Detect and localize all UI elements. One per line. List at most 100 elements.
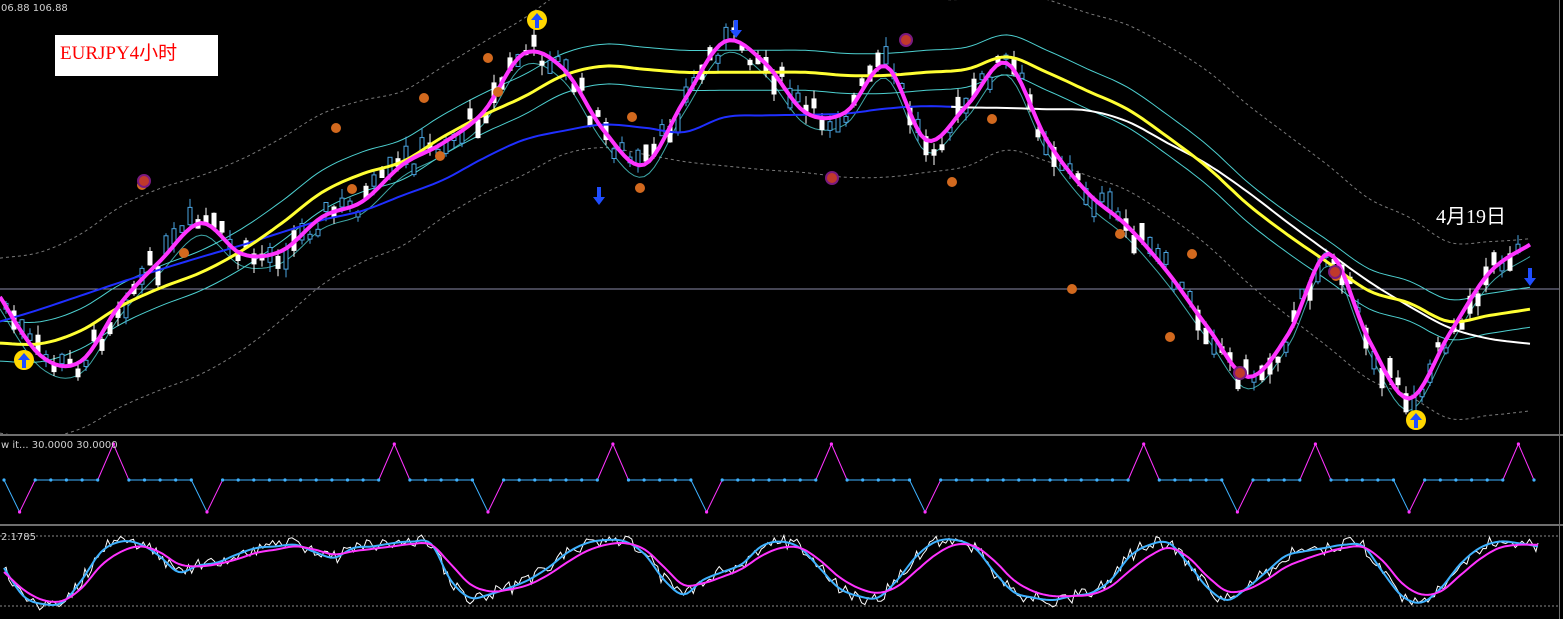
oscillator-point — [673, 478, 677, 482]
oscillator-segment — [1502, 443, 1519, 481]
oscillator-point — [33, 478, 37, 482]
step-oscillator-pane[interactable]: w it... 30.0000 30.0000 — [0, 436, 1563, 524]
candle-body — [587, 115, 593, 127]
oscillator-segment — [924, 479, 942, 513]
oscillator-segment — [1299, 443, 1316, 481]
fractal-dot — [1165, 332, 1175, 342]
oscillator-point — [423, 478, 428, 482]
symbol-label: EURJPY4小时 — [60, 43, 178, 64]
candle-body — [187, 206, 193, 226]
candle-body — [1491, 252, 1497, 266]
oscillator-point — [1329, 478, 1333, 482]
candle-body — [819, 119, 825, 131]
oscillator-point — [1157, 478, 1161, 482]
price-readout: 06.88 106.88 — [1, 3, 68, 14]
oscillator-point — [1095, 478, 1099, 482]
candle-body — [1019, 72, 1025, 79]
step-oscillator-canvas[interactable] — [0, 436, 1563, 524]
oscillator-point — [970, 478, 974, 482]
candle-body — [99, 338, 105, 351]
reversal-marker-icon — [899, 33, 913, 47]
oscillator-point — [876, 478, 880, 482]
candle-body — [547, 59, 553, 74]
candle-body — [1283, 341, 1289, 353]
oscillator-point — [1516, 442, 1520, 446]
reversal-marker-icon — [825, 171, 839, 185]
oscillator-point — [1064, 478, 1068, 482]
oscillator-point — [80, 478, 84, 482]
candle-body — [883, 46, 889, 65]
oscillator-point — [1017, 478, 1021, 482]
oscillator-point — [158, 478, 162, 482]
fractal-dot — [419, 93, 429, 103]
oscillator-point — [252, 478, 256, 482]
oscillator-point — [142, 478, 147, 482]
stochastic-raw-line — [3, 533, 1539, 611]
reversal-marker-icon — [1328, 265, 1342, 279]
chart-right-edge — [1559, 0, 1560, 619]
oscillator-point — [720, 478, 724, 482]
oscillator-segment — [1143, 443, 1160, 481]
oscillator-segment — [706, 479, 723, 513]
oscillator-point — [392, 442, 396, 446]
candle-body — [1203, 327, 1209, 345]
oscillator-point — [299, 478, 303, 482]
oscillator-point — [658, 478, 662, 482]
mid-ma-line — [0, 55, 1531, 347]
candle-body — [59, 353, 65, 365]
oscillator-segment — [206, 479, 224, 513]
oscillator-point — [533, 478, 537, 482]
oscillator-point — [1220, 478, 1224, 482]
candle-body — [219, 221, 225, 233]
oscillator-point — [1110, 478, 1115, 482]
oscillator-segment — [190, 479, 208, 513]
sell-arrow-icon — [1524, 268, 1536, 286]
candle-body — [1099, 192, 1105, 203]
fractal-dot — [331, 123, 341, 133]
oscillator-point — [314, 478, 318, 482]
oscillator-point — [861, 478, 865, 482]
oscillator-segment — [612, 443, 629, 481]
oscillator-point — [189, 478, 193, 482]
oscillator-point — [1032, 478, 1036, 482]
oscillator-point — [439, 478, 443, 482]
oscillator-point — [892, 478, 896, 482]
price-chart-canvas[interactable] — [0, 0, 1563, 434]
oscillator-point — [486, 510, 490, 514]
oscillator-point — [2, 478, 6, 482]
oscillator-point — [845, 478, 849, 482]
oscillator-segment — [487, 479, 505, 513]
oscillator-point — [267, 478, 271, 482]
oscillator-point — [205, 510, 209, 514]
oscillator-point — [283, 478, 287, 482]
oscillator-point — [96, 478, 100, 482]
oscillator-point — [455, 478, 459, 482]
candle-body — [715, 54, 721, 64]
oscillator-point — [345, 478, 350, 482]
candle-body — [91, 329, 97, 342]
candle-body — [1035, 129, 1041, 138]
candle-body — [835, 116, 841, 133]
candle-body — [323, 202, 329, 212]
candle-body — [1475, 293, 1481, 307]
stochastic-pane[interactable]: 2.1785 — [0, 526, 1563, 619]
oscillator-point — [580, 478, 584, 482]
fractal-dot — [435, 151, 445, 161]
candle-body — [771, 75, 777, 95]
oscillator-point — [705, 510, 709, 514]
oscillator-point — [1188, 478, 1193, 482]
envelope-upper — [0, 34, 1531, 324]
stochastic-canvas[interactable] — [0, 526, 1563, 619]
oscillator-point — [751, 478, 756, 482]
oscillator-point — [564, 478, 568, 482]
candle-body — [1435, 342, 1441, 348]
fractal-dot — [635, 183, 645, 193]
oscillator-point — [377, 478, 381, 482]
symbol-label-box: EURJPY4小时 — [55, 35, 218, 76]
oscillator-segment — [596, 443, 614, 481]
fractal-dot — [1115, 229, 1125, 239]
price-chart-pane[interactable]: 06.88 106.88 EURJPY4小时 4月19日 — [0, 0, 1563, 434]
oscillator-point — [174, 478, 178, 482]
oscillator-point — [1298, 478, 1302, 482]
candle-body — [795, 92, 801, 103]
